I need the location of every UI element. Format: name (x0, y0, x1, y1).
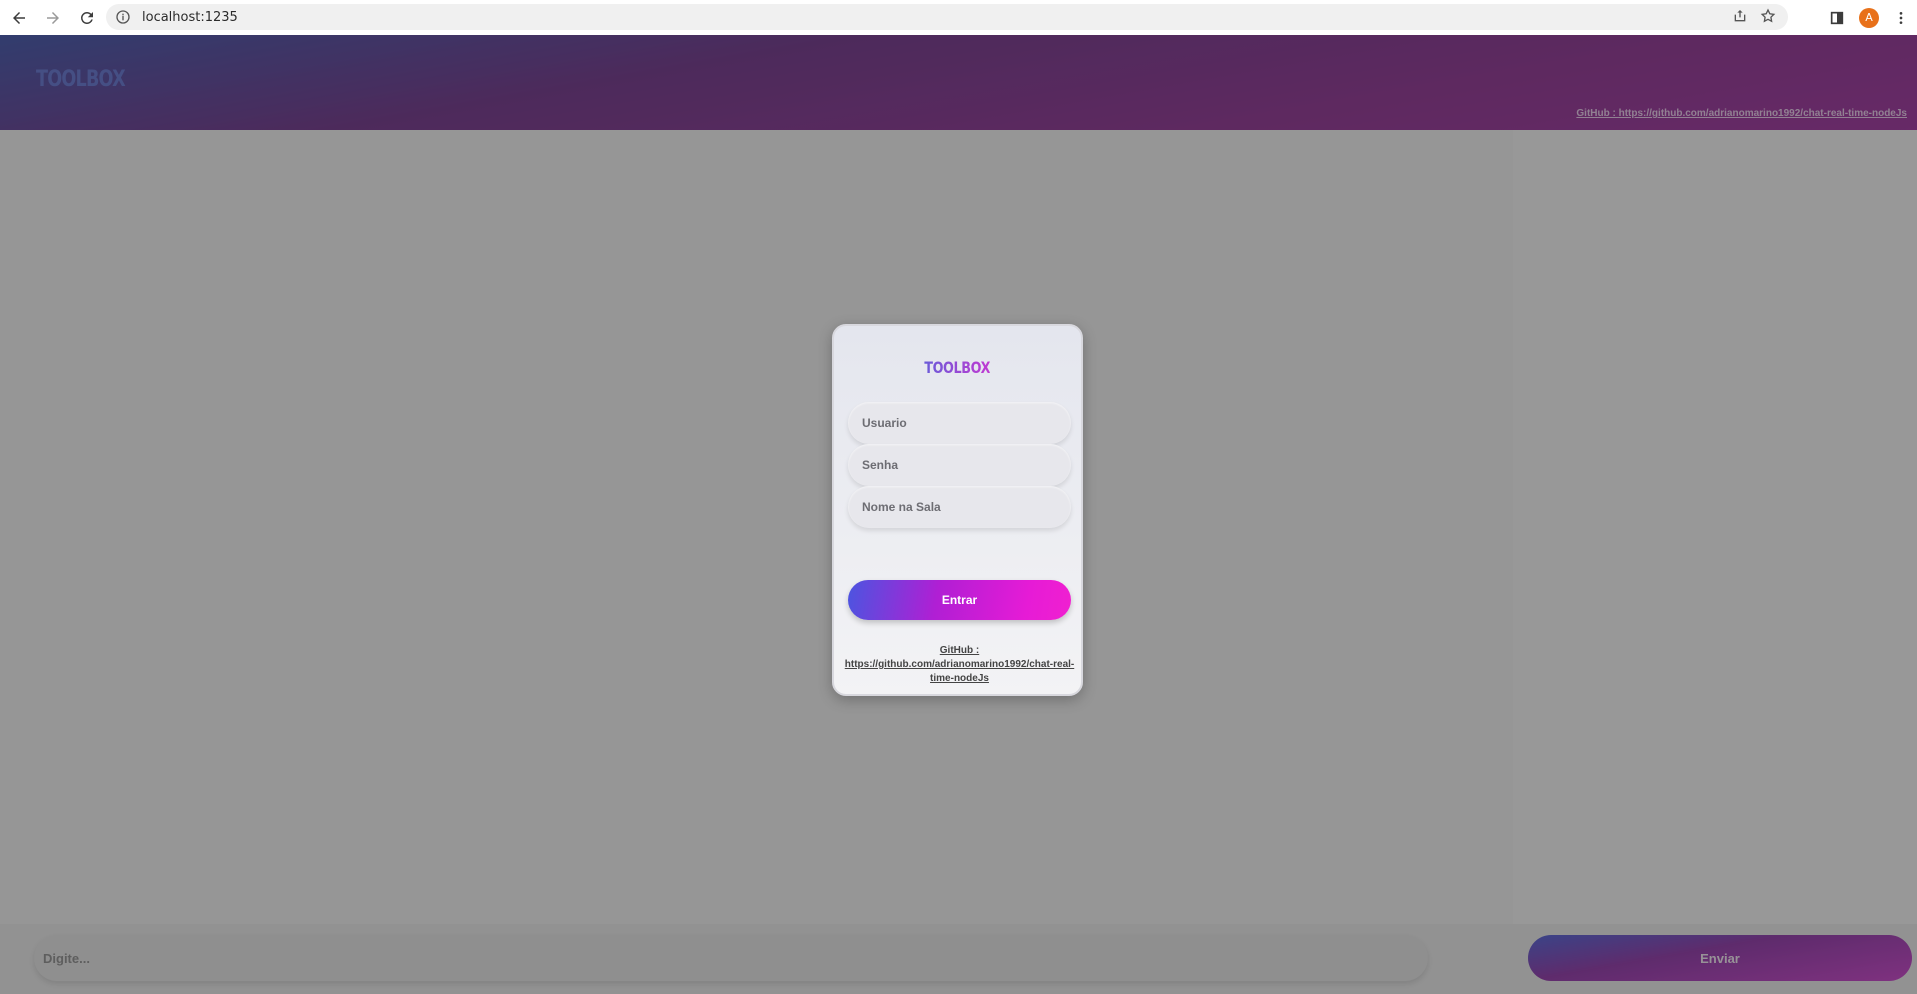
info-icon[interactable] (115, 9, 131, 25)
login-logo: TOOLBOX (834, 358, 1081, 377)
github-label: GitHub : (939, 645, 980, 656)
arrow-left-icon (13, 11, 25, 24)
password-field[interactable] (848, 444, 1071, 486)
back-button[interactable] (2, 1, 36, 35)
reload-icon (80, 11, 93, 24)
forward-button[interactable] (36, 1, 70, 35)
star-icon[interactable] (1760, 8, 1776, 24)
url-text: localhost:1235 (142, 9, 238, 25)
login-modal: TOOLBOX Entrar GitHub : https://github.c… (832, 324, 1083, 696)
share-icon[interactable] (1732, 8, 1748, 24)
reload-button[interactable] (70, 1, 104, 35)
github-url: https://github.com/adrianomarino1992/cha… (844, 659, 1075, 684)
side-panel-button[interactable] (1821, 1, 1853, 35)
profile-button[interactable]: A (1853, 1, 1885, 35)
login-logo-text: TOOLBOX (924, 358, 991, 377)
arrow-right-icon (47, 11, 59, 24)
avatar: A (1859, 7, 1879, 28)
username-field[interactable] (848, 402, 1071, 444)
side-panel-icon (1830, 11, 1844, 24)
room-name-field[interactable] (848, 486, 1071, 528)
browser-toolbar: localhost:1235 A (0, 0, 1917, 35)
login-github-link[interactable]: GitHub : https://github.com/adrianomarin… (840, 644, 1079, 686)
login-button[interactable]: Entrar (848, 580, 1071, 620)
address-bar[interactable]: localhost:1235 (106, 4, 1788, 30)
page: TOOLBOX GitHub : https://github.com/adri… (0, 35, 1917, 994)
menu-button[interactable] (1885, 1, 1917, 35)
kebab-menu-icon (1899, 11, 1903, 24)
